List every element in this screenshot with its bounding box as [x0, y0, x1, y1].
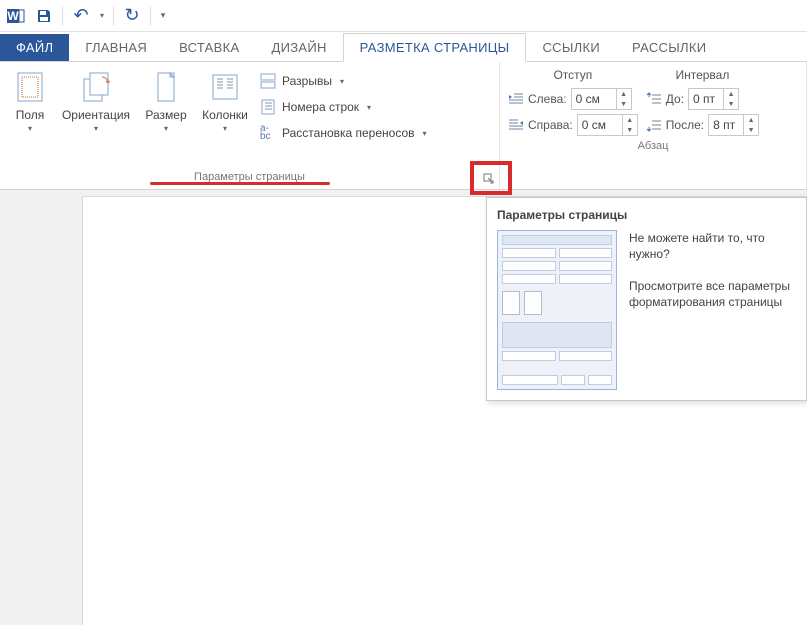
indent-right-value[interactable]	[578, 118, 622, 132]
spacing-before-label: До:	[666, 92, 684, 106]
tab-page-layout[interactable]: РАЗМЕТКА СТРАНИЦЫ	[343, 33, 527, 62]
spacing-before-input[interactable]: ▲▼	[688, 88, 739, 110]
hyphenation-icon: a-bc	[260, 125, 276, 141]
undo-icon[interactable]: ↶	[69, 4, 93, 28]
line-numbers-icon	[260, 99, 276, 115]
hyphenation-button[interactable]: a-bc Расстановка переносов ▾	[256, 122, 431, 144]
indent-right-label: Справа:	[528, 118, 573, 132]
undo-dropdown-icon[interactable]: ▾	[97, 4, 107, 28]
chevron-down-icon: ▾	[340, 77, 344, 86]
qat-separator	[113, 7, 114, 25]
tab-mailings[interactable]: РАССЫЛКИ	[616, 34, 722, 61]
tab-insert[interactable]: ВСТАВКА	[163, 34, 255, 61]
chevron-down-icon: ▾	[94, 124, 98, 133]
group-page-setup: Поля ▾ Ориентация ▾ Размер ▾	[0, 62, 500, 189]
breaks-icon	[260, 73, 276, 89]
spinner-up-icon[interactable]: ▲	[724, 89, 738, 99]
spinner-up-icon[interactable]: ▲	[744, 115, 758, 125]
ribbon-tabs: ФАЙЛ ГЛАВНАЯ ВСТАВКА ДИЗАЙН РАЗМЕТКА СТР…	[0, 32, 807, 62]
tab-design[interactable]: ДИЗАЙН	[255, 34, 342, 61]
spacing-before-icon	[646, 91, 662, 107]
columns-button[interactable]: Колонки ▾	[194, 66, 256, 137]
columns-label: Колонки	[202, 108, 248, 122]
redo-icon[interactable]: ↻	[120, 4, 144, 28]
spinner-down-icon[interactable]: ▼	[623, 125, 637, 135]
chevron-down-icon: ▾	[423, 129, 427, 138]
qat-separator	[150, 7, 151, 25]
indent-left-icon	[508, 91, 524, 107]
tab-file[interactable]: ФАЙЛ	[0, 34, 69, 61]
annotation-highlight-box	[470, 161, 512, 195]
qat-customize-icon[interactable]: ▾	[157, 4, 169, 28]
indent-left-value[interactable]	[572, 92, 616, 106]
quick-access-toolbar: W ↶ ▾ ↻ ▾	[0, 0, 807, 32]
tooltip-line2: Просмотрите все параметры форматирования…	[629, 278, 796, 310]
breaks-label: Разрывы	[282, 74, 332, 88]
indent-left-label: Слева:	[528, 92, 567, 106]
size-icon	[149, 70, 183, 104]
qat-separator	[62, 7, 63, 25]
spacing-before-value[interactable]	[689, 92, 723, 106]
chevron-down-icon: ▾	[367, 103, 371, 112]
page-setup-group-label: Параметры страницы	[0, 167, 499, 189]
margins-button[interactable]: Поля ▾	[6, 66, 54, 137]
orientation-button[interactable]: Ориентация ▾	[54, 66, 138, 137]
spacing-after-input[interactable]: ▲▼	[708, 114, 759, 136]
spinner-down-icon[interactable]: ▼	[724, 99, 738, 109]
tooltip-preview-image	[497, 230, 617, 390]
margins-icon	[13, 70, 47, 104]
spacing-after-icon	[646, 117, 662, 133]
size-button[interactable]: Размер ▾	[138, 66, 194, 137]
indent-right-input[interactable]: ▲▼	[577, 114, 638, 136]
line-numbers-button[interactable]: Номера строк ▾	[256, 96, 431, 118]
page-setup-tooltip: Параметры страницы Не можете найти то, ч…	[486, 197, 807, 401]
indent-left-input[interactable]: ▲▼	[571, 88, 632, 110]
breaks-button[interactable]: Разрывы ▾	[256, 70, 431, 92]
indent-right-icon	[508, 117, 524, 133]
spinner-down-icon[interactable]: ▼	[744, 125, 758, 135]
ribbon: Поля ▾ Ориентация ▾ Размер ▾	[0, 62, 807, 190]
paragraph-group-label: Абзац	[500, 136, 806, 158]
margins-label: Поля	[16, 108, 45, 122]
chevron-down-icon: ▾	[164, 124, 168, 133]
line-numbers-label: Номера строк	[282, 100, 359, 114]
tooltip-text: Не можете найти то, что нужно? Просмотри…	[629, 230, 796, 390]
tooltip-title: Параметры страницы	[497, 208, 796, 222]
spinner-up-icon[interactable]: ▲	[623, 115, 637, 125]
orientation-icon	[79, 70, 113, 104]
size-label: Размер	[145, 108, 186, 122]
orientation-label: Ориентация	[62, 108, 130, 122]
indent-heading: Отступ	[508, 68, 638, 82]
chevron-down-icon: ▾	[223, 124, 227, 133]
spacing-after-value[interactable]	[709, 118, 743, 132]
tooltip-line1: Не можете найти то, что нужно?	[629, 230, 796, 262]
chevron-down-icon: ▾	[28, 124, 32, 133]
tab-references[interactable]: ССЫЛКИ	[526, 34, 616, 61]
svg-text:W: W	[7, 9, 19, 23]
group-paragraph: Отступ Слева: ▲▼ Справа: ▲▼	[500, 62, 807, 189]
columns-icon	[208, 70, 242, 104]
hyphenation-label: Расстановка переносов	[282, 126, 415, 140]
tab-home[interactable]: ГЛАВНАЯ	[69, 34, 163, 61]
annotation-underline	[150, 182, 330, 185]
spinner-down-icon[interactable]: ▼	[617, 99, 631, 109]
save-icon[interactable]	[32, 4, 56, 28]
spinner-up-icon[interactable]: ▲	[617, 89, 631, 99]
word-app-icon: W	[4, 4, 28, 28]
spacing-after-label: После:	[666, 118, 704, 132]
spacing-heading: Интервал	[646, 68, 759, 82]
